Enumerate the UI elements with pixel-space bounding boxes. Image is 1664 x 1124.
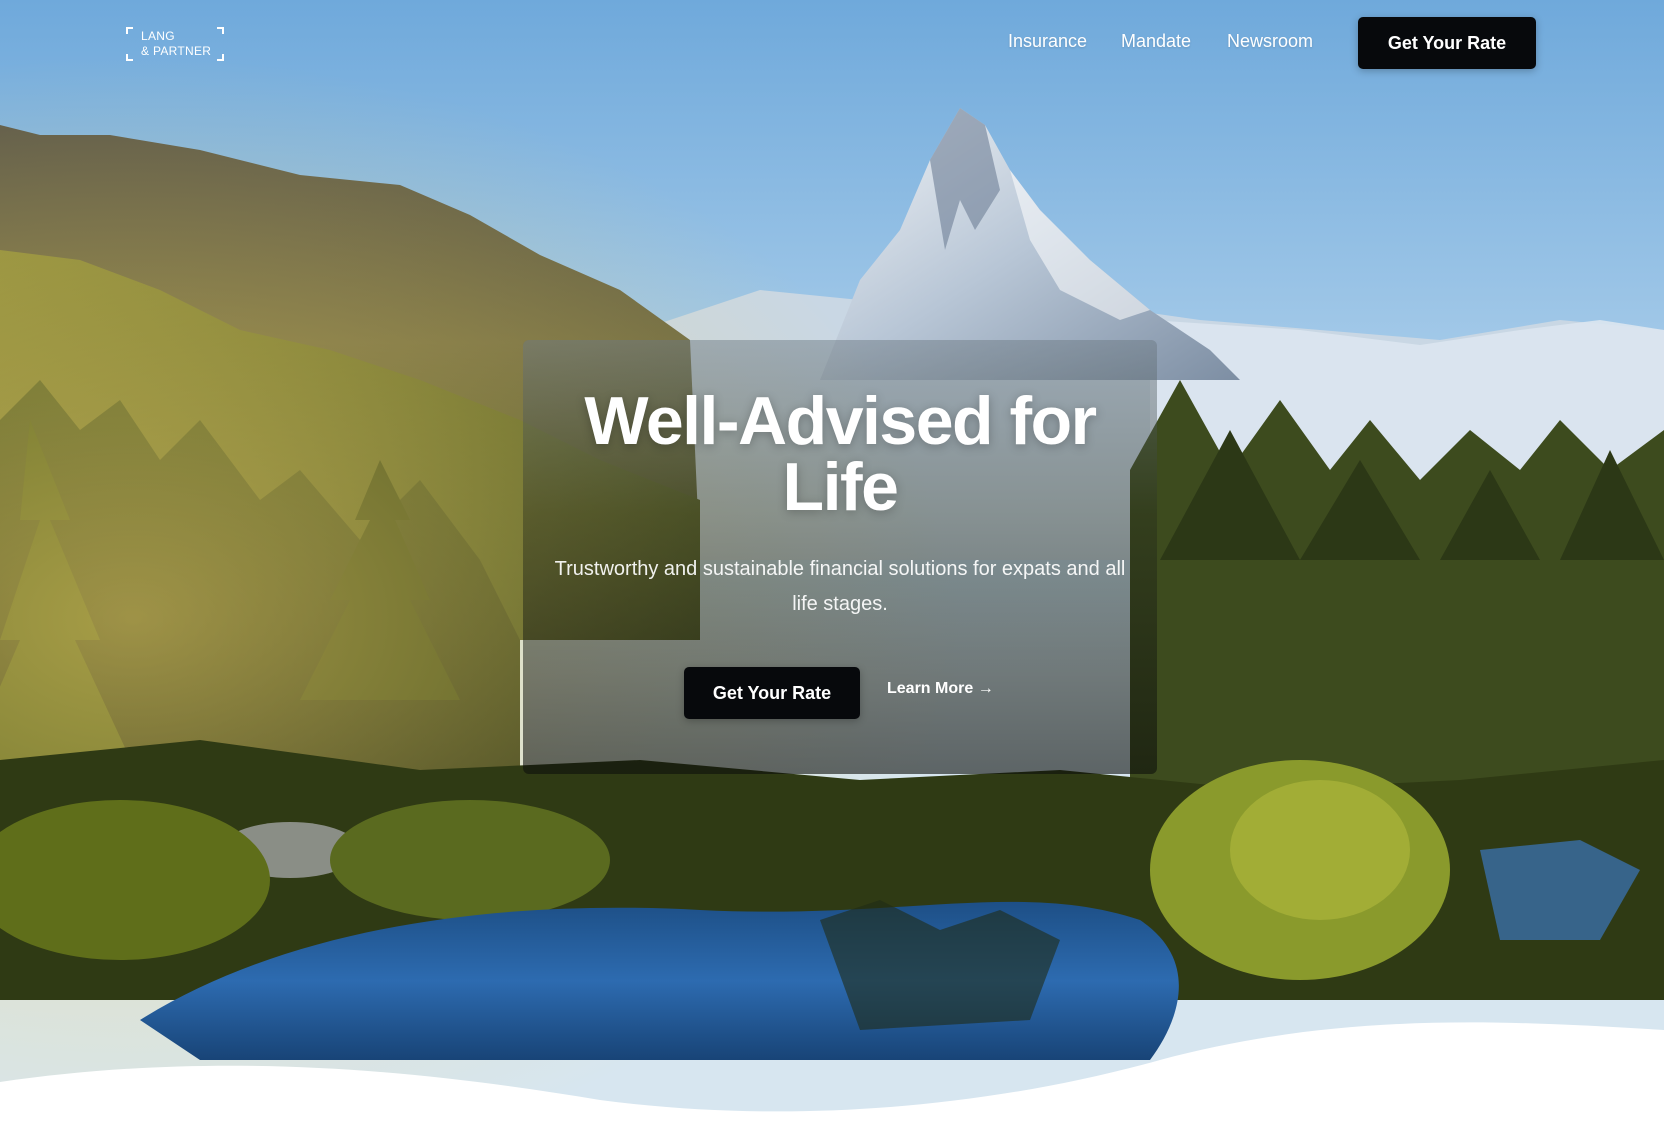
nav-link-mandate[interactable]: Mandate <box>1121 31 1191 52</box>
logo-text-line1: LANG <box>141 29 175 43</box>
logo-corner-bracket <box>126 54 133 61</box>
learn-more-link[interactable]: Learn More → <box>887 680 994 698</box>
hero-title: Well-Advised for Life <box>584 383 1097 525</box>
hero-section: LANG & PARTNER Insurance Mandate Newsroo… <box>0 0 1664 1124</box>
brand-logo[interactable]: LANG & PARTNER <box>126 27 224 61</box>
hero-subtitle: Trustworthy and sustainable financial so… <box>554 558 1126 615</box>
nav-get-rate-button[interactable]: Get Your Rate <box>1358 17 1536 69</box>
nav-link-newsroom[interactable]: Newsroom <box>1227 31 1313 52</box>
logo-corner-bracket <box>217 54 224 61</box>
logo-text-line2: & PARTNER <box>141 44 212 58</box>
logo-corner-bracket <box>126 27 133 34</box>
nav-link-insurance[interactable]: Insurance <box>1008 31 1087 52</box>
logo-corner-bracket <box>217 27 224 34</box>
hero-get-rate-button[interactable]: Get Your Rate <box>684 667 860 719</box>
